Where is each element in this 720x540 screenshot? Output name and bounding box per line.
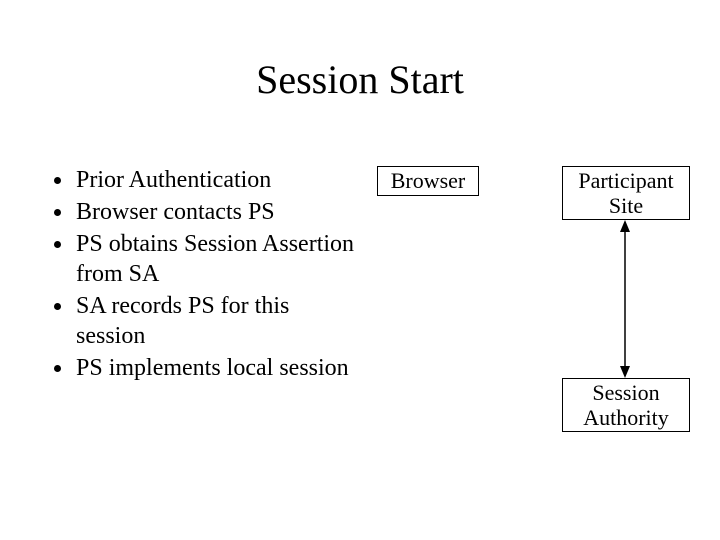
arrowhead-up-icon <box>620 220 630 232</box>
slide: Session Start Prior Authentication Brows… <box>0 0 720 540</box>
slide-title: Session Start <box>0 56 720 103</box>
list-item: SA records PS for this session <box>74 291 360 351</box>
participant-site-label: Participant Site <box>563 168 689 219</box>
browser-label: Browser <box>391 168 466 193</box>
session-authority-box: Session Authority <box>562 378 690 432</box>
bullet-list: Prior Authentication Browser contacts PS… <box>50 165 360 385</box>
list-item: Browser contacts PS <box>74 197 360 227</box>
browser-box: Browser <box>377 166 479 196</box>
list-item: PS obtains Session Assertion from SA <box>74 229 360 289</box>
list-item: PS implements local session <box>74 353 360 383</box>
session-authority-label: Session Authority <box>563 380 689 431</box>
participant-site-box: Participant Site <box>562 166 690 220</box>
arrowhead-down-icon <box>620 366 630 378</box>
list-item: Prior Authentication <box>74 165 360 195</box>
